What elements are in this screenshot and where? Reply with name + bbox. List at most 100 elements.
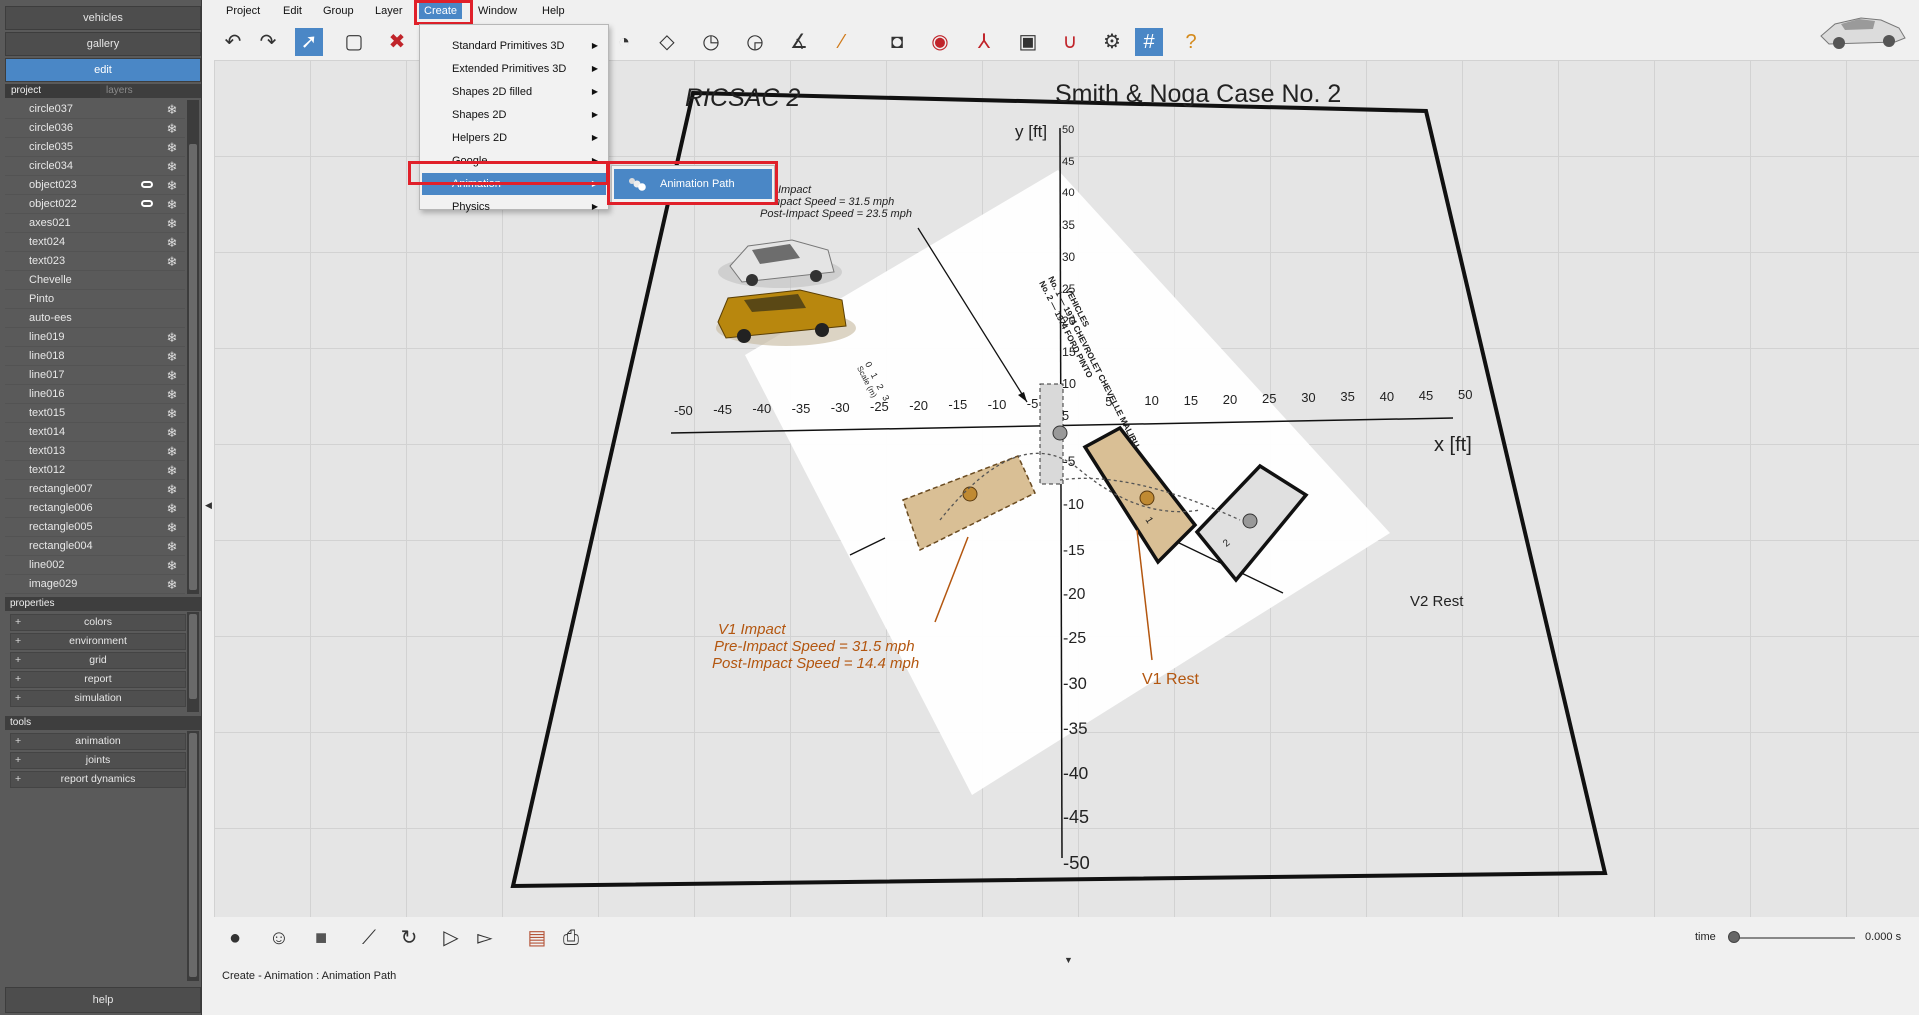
link-icon[interactable]: [141, 200, 153, 207]
project-list-item[interactable]: circle037 ❄: [5, 100, 185, 119]
play-icon[interactable]: ▷: [438, 925, 464, 951]
stopwatch-icon[interactable]: ◶: [741, 28, 769, 56]
axes-icon[interactable]: ⅄: [970, 28, 998, 56]
time-slider-track[interactable]: [1735, 937, 1855, 939]
project-list-item[interactable]: text013 ❄: [5, 442, 185, 461]
project-list-item[interactable]: text023 ❄: [5, 252, 185, 271]
gear-icon[interactable]: ❄: [165, 518, 179, 537]
project-list-item[interactable]: rectangle006 ❄: [5, 499, 185, 518]
create-menu-item-helpers-2d[interactable]: Helpers 2D ▶: [422, 127, 606, 149]
property-row-simulation[interactable]: + simulation: [10, 690, 186, 707]
graph-icon[interactable]: ⟋: [356, 925, 382, 951]
project-list-item[interactable]: axes021 ❄: [5, 214, 185, 233]
surface-icon[interactable]: ◇: [653, 28, 681, 56]
gear-icon[interactable]: ❄: [165, 366, 179, 385]
create-menu-item-animation[interactable]: Animation ▶: [422, 173, 606, 195]
gear-icon[interactable]: ❄: [165, 195, 179, 214]
measure-icon[interactable]: ∡: [785, 28, 813, 56]
project-list-item[interactable]: circle035 ❄: [5, 138, 185, 157]
expand-plus-icon[interactable]: +: [15, 615, 21, 630]
create-menu-item-shapes-2d[interactable]: Shapes 2D ▶: [422, 104, 606, 126]
tool-row-joints[interactable]: + joints: [10, 752, 186, 769]
undo-icon[interactable]: ↶: [219, 28, 247, 56]
collapse-bottom-icon[interactable]: ▼: [1064, 955, 1073, 965]
create-menu-item-standard-primitives-3d[interactable]: Standard Primitives 3D ▶: [422, 35, 606, 57]
tab-layers[interactable]: layers: [100, 84, 139, 98]
project-list-item[interactable]: auto-ees: [5, 309, 185, 328]
project-list-item[interactable]: object023 ❄: [5, 176, 185, 195]
sphere-material-icon[interactable]: ●: [222, 925, 248, 951]
head-view-icon[interactable]: ☺: [266, 925, 292, 951]
grid-toggle-icon[interactable]: #: [1135, 28, 1163, 56]
create-menu-item-extended-primitives-3d[interactable]: Extended Primitives 3D ▶: [422, 58, 606, 80]
project-list-item[interactable]: text024 ❄: [5, 233, 185, 252]
menu-create[interactable]: Create: [419, 3, 463, 19]
gear-icon[interactable]: ❄: [165, 556, 179, 575]
image-icon[interactable]: ▣: [1014, 28, 1042, 56]
expand-plus-icon[interactable]: +: [15, 772, 21, 787]
gear-icon[interactable]: ❄: [165, 100, 179, 119]
project-list-item[interactable]: rectangle004 ❄: [5, 537, 185, 556]
report-icon[interactable]: ▤: [524, 925, 550, 951]
menu-help[interactable]: Help: [542, 5, 565, 17]
path-tool-icon[interactable]: ↻: [396, 925, 422, 951]
project-list-item[interactable]: circle034 ❄: [5, 157, 185, 176]
properties-scrollbar[interactable]: [187, 612, 199, 712]
project-list-item[interactable]: image029 ❄: [5, 575, 185, 594]
color-swatch-icon[interactable]: ■: [308, 925, 334, 951]
rectangle-select-icon[interactable]: ▢: [340, 28, 368, 56]
select-arrow-icon[interactable]: ➚: [295, 28, 323, 56]
gear-icon[interactable]: ❄: [165, 442, 179, 461]
expand-plus-icon[interactable]: +: [15, 753, 21, 768]
animation-path-item[interactable]: Animation Path: [614, 169, 772, 199]
tool-row-report-dynamics[interactable]: + report dynamics: [10, 771, 186, 788]
redo-icon[interactable]: ↷: [254, 28, 282, 56]
menu-edit[interactable]: Edit: [283, 5, 302, 17]
gear-icon[interactable]: ❄: [165, 575, 179, 594]
create-menu-item-physics[interactable]: Physics ▶: [422, 196, 606, 218]
create-menu-item-google[interactable]: Google ▶: [422, 150, 606, 172]
camera-target-icon[interactable]: ◘: [883, 28, 911, 56]
target-icon[interactable]: ◉: [926, 28, 954, 56]
project-list-item[interactable]: text012 ❄: [5, 461, 185, 480]
project-list-item[interactable]: line019 ❄: [5, 328, 185, 347]
property-row-colors[interactable]: + colors: [10, 614, 186, 631]
create-menu-item-shapes-2d-filled[interactable]: Shapes 2D filled ▶: [422, 81, 606, 103]
gear-icon[interactable]: ❄: [165, 328, 179, 347]
project-list-item[interactable]: line018 ❄: [5, 347, 185, 366]
project-list-item[interactable]: text014 ❄: [5, 423, 185, 442]
gear-icon[interactable]: ❄: [165, 499, 179, 518]
project-list-item[interactable]: text015 ❄: [5, 404, 185, 423]
project-list-scrollbar[interactable]: [187, 100, 199, 594]
gear-icon[interactable]: ❄: [165, 214, 179, 233]
gear-icon[interactable]: ❄: [165, 423, 179, 442]
print-icon[interactable]: ⎙: [558, 925, 584, 951]
playlist-icon[interactable]: ▻: [472, 925, 498, 951]
vehicles-button[interactable]: vehicles: [5, 6, 201, 30]
expand-plus-icon[interactable]: +: [15, 691, 21, 706]
magnet-icon[interactable]: ∪: [1056, 28, 1084, 56]
project-list-item[interactable]: circle036 ❄: [5, 119, 185, 138]
gear-icon[interactable]: ❄: [165, 176, 179, 195]
gear-icon[interactable]: ❄: [165, 537, 179, 556]
gear-icon[interactable]: ❄: [165, 461, 179, 480]
dial-icon[interactable]: ◷: [697, 28, 725, 56]
project-list-item[interactable]: rectangle007 ❄: [5, 480, 185, 499]
expand-plus-icon[interactable]: +: [15, 672, 21, 687]
gear-icon[interactable]: ❄: [165, 138, 179, 157]
gauge-icon[interactable]: ◔: [610, 28, 638, 56]
menu-group[interactable]: Group: [323, 5, 354, 17]
project-list-item[interactable]: line017 ❄: [5, 366, 185, 385]
tool-row-animation[interactable]: + animation: [10, 733, 186, 750]
help-button[interactable]: help: [5, 987, 201, 1013]
gear-icon[interactable]: ❄: [165, 157, 179, 176]
edit-button[interactable]: edit: [5, 58, 201, 82]
tab-project[interactable]: project: [5, 84, 100, 98]
menu-window[interactable]: Window: [478, 5, 517, 17]
help-circle-icon[interactable]: ?: [1177, 28, 1205, 56]
gallery-button[interactable]: gallery: [5, 32, 201, 56]
gear-icon[interactable]: ❄: [165, 480, 179, 499]
gear-icon[interactable]: ❄: [165, 385, 179, 404]
gear-icon[interactable]: ❄: [165, 233, 179, 252]
project-list-item[interactable]: rectangle005 ❄: [5, 518, 185, 537]
